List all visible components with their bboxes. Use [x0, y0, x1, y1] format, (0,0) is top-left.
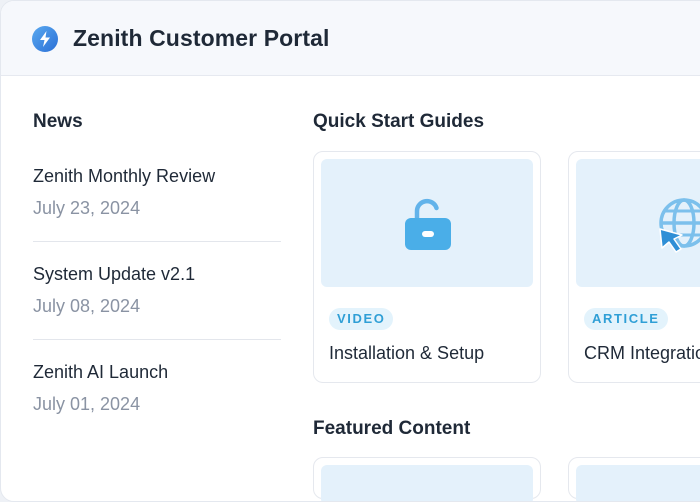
- unlock-icon: [405, 198, 451, 250]
- news-item-date: July 23, 2024: [33, 198, 141, 218]
- guides-heading: Quick Start Guides: [313, 111, 485, 132]
- guide-card[interactable]: ARTICLE CRM Integration: [568, 151, 700, 383]
- guide-card-title: CRM Integration: [584, 343, 700, 363]
- news-item[interactable]: System Update v2.1 July 08, 2024: [33, 264, 281, 340]
- news-item-title: Zenith Monthly Review: [33, 166, 216, 186]
- news-item-date: July 01, 2024: [33, 394, 141, 414]
- news-item-title: Zenith AI Launch: [33, 362, 169, 382]
- content-type-badge: VIDEO: [329, 308, 394, 330]
- app-header: Zenith Customer Portal: [1, 1, 700, 76]
- featured-card[interactable]: [568, 457, 700, 501]
- news-item-title: System Update v2.1: [33, 264, 196, 284]
- news-item[interactable]: Zenith Monthly Review July 23, 2024: [33, 166, 281, 242]
- lightning-bolt-icon[interactable]: [32, 26, 58, 52]
- guide-card[interactable]: VIDEO Installation & Setup: [313, 151, 541, 383]
- featured-heading: Featured Content: [313, 418, 471, 439]
- portal-panel: Zenith Customer Portal News Zenith Month…: [0, 0, 700, 502]
- news-heading: News: [33, 111, 83, 132]
- featured-thumbnail: [321, 465, 533, 501]
- featured-thumbnail: [576, 465, 700, 501]
- guide-card-title: Installation & Setup: [329, 343, 485, 363]
- featured-card[interactable]: [313, 457, 541, 501]
- guide-thumbnail: [321, 159, 533, 287]
- globe-cursor-icon: [659, 198, 700, 253]
- guide-thumbnail: [576, 159, 700, 287]
- news-item-date: July 08, 2024: [33, 296, 141, 316]
- content-type-badge: ARTICLE: [584, 308, 668, 330]
- news-item[interactable]: Zenith AI Launch July 01, 2024: [33, 362, 281, 437]
- app-title: Zenith Customer Portal: [73, 25, 330, 51]
